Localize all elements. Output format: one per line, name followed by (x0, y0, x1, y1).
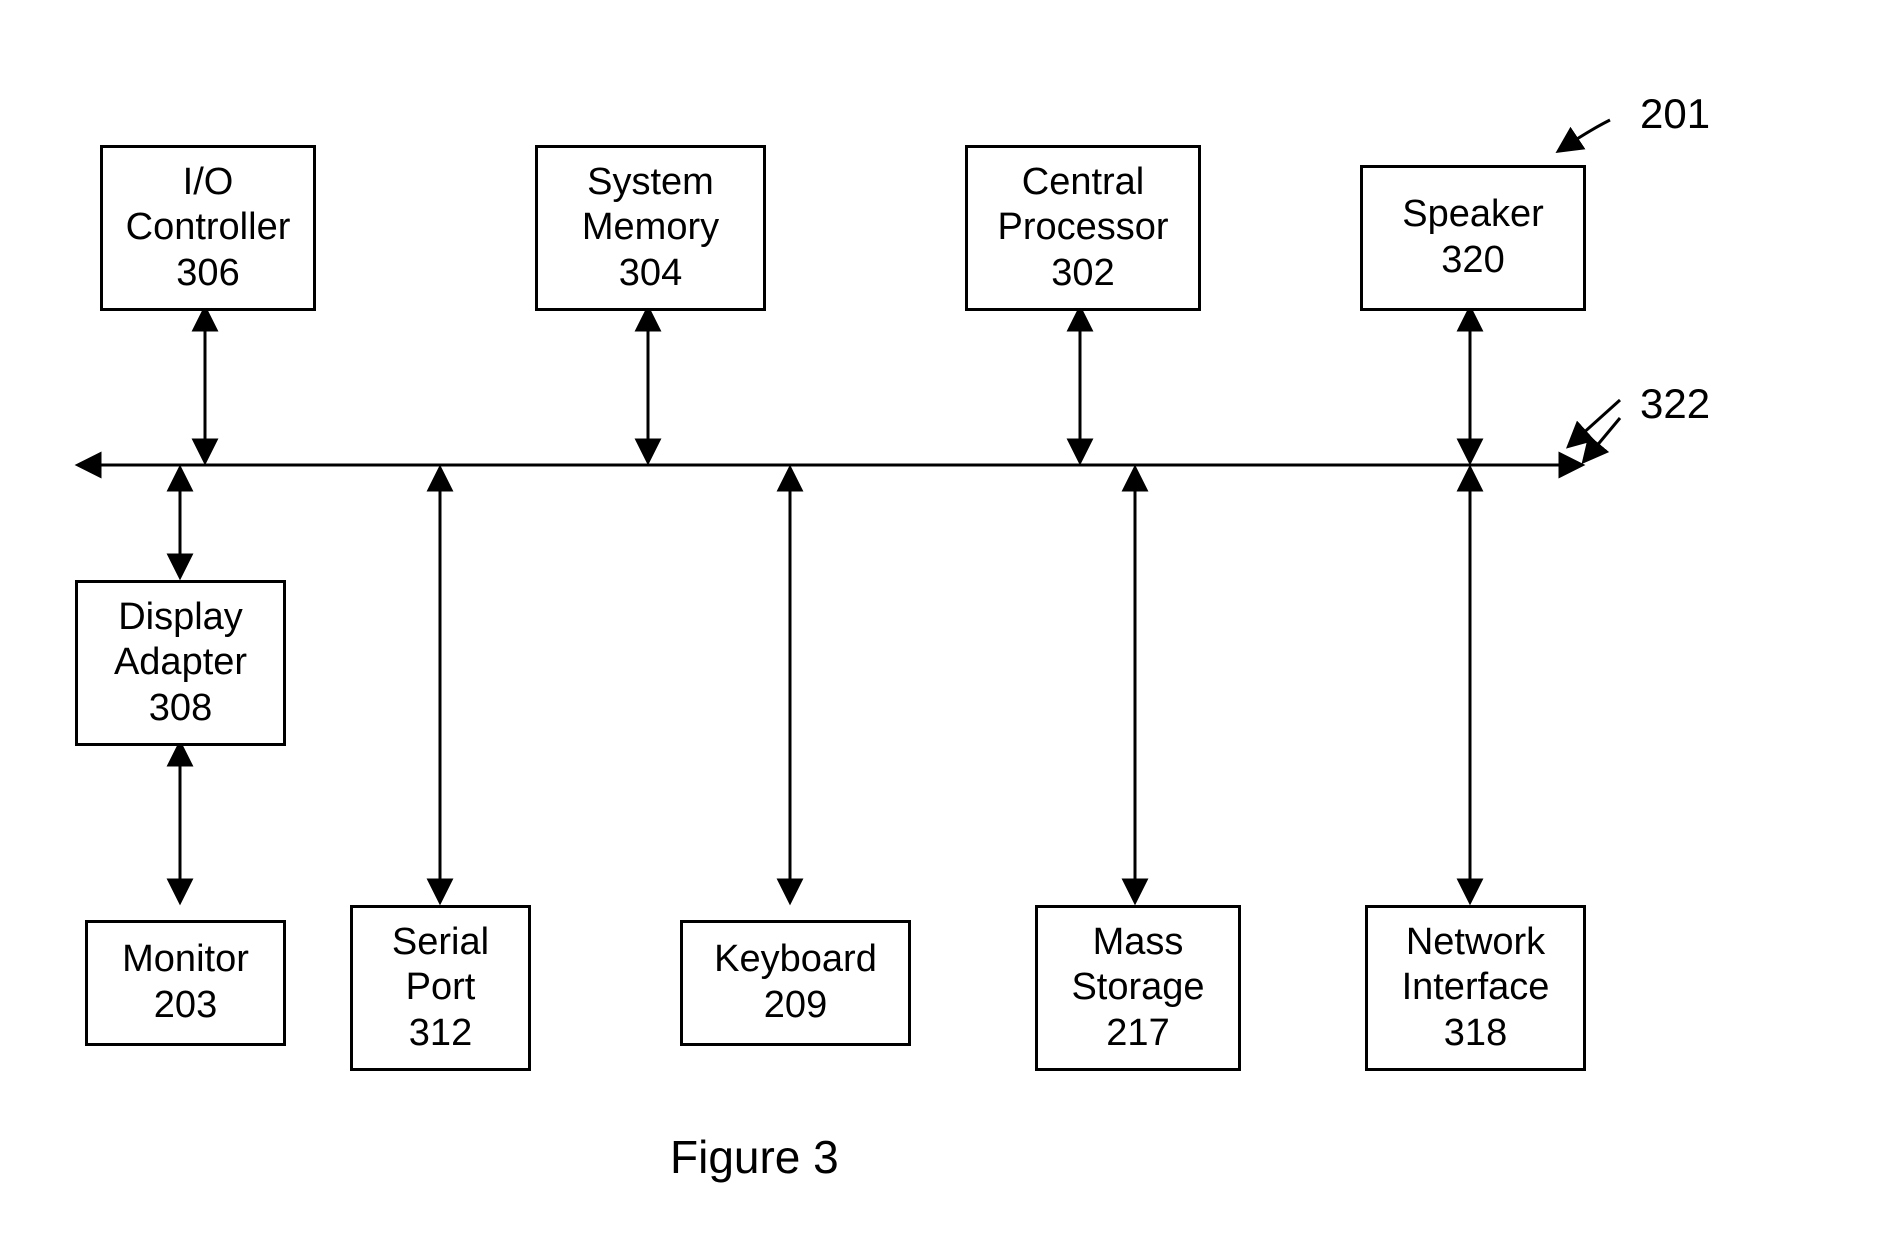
box-keyboard: Keyboard 209 (680, 920, 911, 1046)
mass-storage-num: 217 (1106, 1011, 1169, 1057)
network-interface-line1: Network (1406, 920, 1545, 966)
network-interface-num: 318 (1444, 1011, 1507, 1057)
ref-arrow-201 (1560, 120, 1610, 150)
keyboard-num: 209 (764, 983, 827, 1029)
box-mass-storage: Mass Storage 217 (1035, 905, 1241, 1071)
serial-port-line2: Port (406, 965, 476, 1011)
box-network-interface: Network Interface 318 (1365, 905, 1586, 1071)
serial-port-line1: Serial (392, 920, 489, 966)
ref-arrow-322-b (1585, 418, 1620, 460)
serial-port-num: 312 (409, 1011, 472, 1057)
box-io-controller: I/O Controller 306 (100, 145, 316, 311)
io-controller-line1: I/O (183, 160, 234, 206)
display-adapter-line1: Display (118, 595, 243, 641)
system-ref-label: 201 (1640, 90, 1710, 138)
bus-ref-label: 322 (1640, 380, 1710, 428)
system-memory-num: 304 (619, 251, 682, 297)
monitor-line1: Monitor (122, 937, 249, 983)
mass-storage-line2: Storage (1071, 965, 1204, 1011)
mass-storage-line1: Mass (1093, 920, 1184, 966)
display-adapter-num: 308 (149, 686, 212, 732)
box-speaker: Speaker 320 (1360, 165, 1586, 311)
box-serial-port: Serial Port 312 (350, 905, 531, 1071)
system-memory-line2: Memory (582, 205, 719, 251)
figure-caption: Figure 3 (670, 1130, 839, 1184)
box-system-memory: System Memory 304 (535, 145, 766, 311)
display-adapter-line2: Adapter (114, 640, 247, 686)
central-processor-line2: Processor (997, 205, 1168, 251)
central-processor-line1: Central (1022, 160, 1145, 206)
speaker-num: 320 (1441, 238, 1504, 284)
monitor-num: 203 (154, 983, 217, 1029)
io-controller-num: 306 (176, 251, 239, 297)
speaker-line1: Speaker (1402, 192, 1544, 238)
io-controller-line2: Controller (126, 205, 291, 251)
box-central-processor: Central Processor 302 (965, 145, 1201, 311)
system-memory-line1: System (587, 160, 714, 206)
box-display-adapter: Display Adapter 308 (75, 580, 286, 746)
ref-arrow-322-a (1570, 400, 1620, 445)
central-processor-num: 302 (1051, 251, 1114, 297)
network-interface-line2: Interface (1402, 965, 1550, 1011)
box-monitor: Monitor 203 (85, 920, 286, 1046)
keyboard-line1: Keyboard (714, 937, 877, 983)
